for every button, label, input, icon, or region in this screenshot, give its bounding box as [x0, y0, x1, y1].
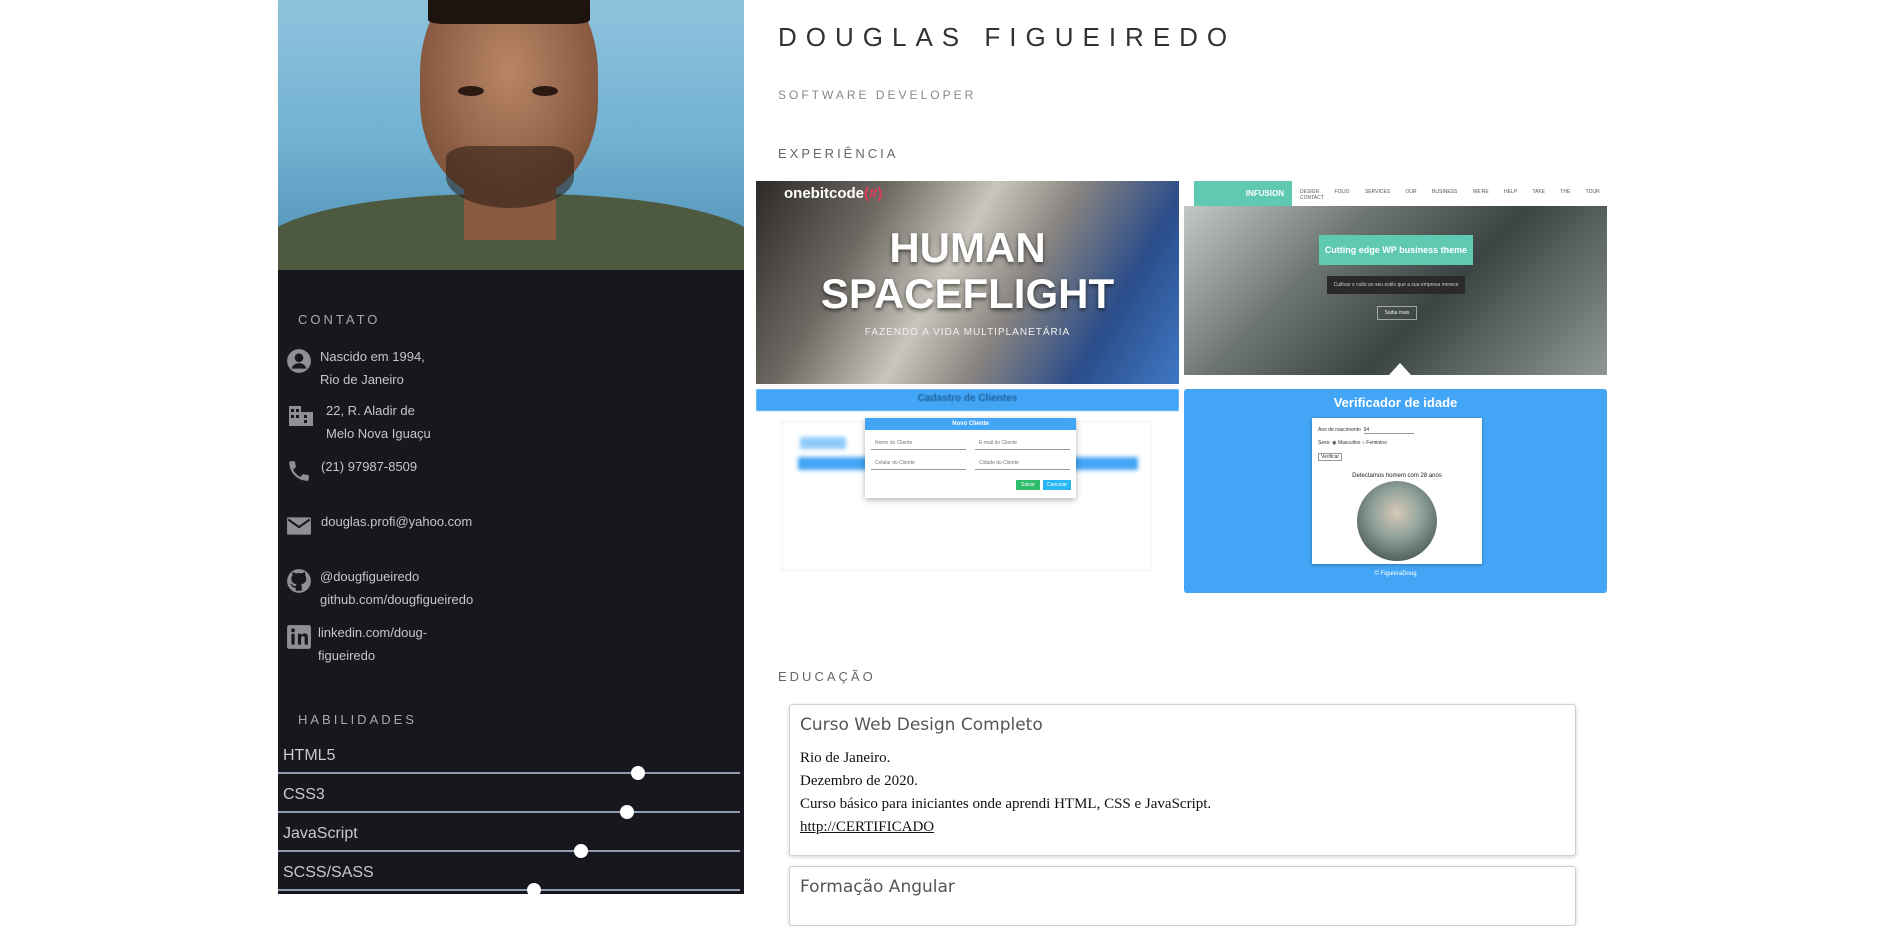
- preview-verify-button: Verificar: [1318, 453, 1343, 461]
- education-card-title: Curso Web Design Completo: [800, 715, 1043, 735]
- education-city: Rio de Janeiro.: [800, 750, 891, 766]
- skill-javascript: JavaScript: [278, 825, 744, 864]
- project-card-infusion[interactable]: INFUSION DESIGN FOLIO SERVICES OUR BUSIN…: [1184, 181, 1607, 375]
- education-card-title: Formação Angular: [800, 877, 955, 897]
- email-icon: [287, 517, 311, 535]
- education-title: EDUCAÇÃO: [778, 669, 876, 684]
- preview-blur-button: [800, 437, 846, 449]
- project-card-idade[interactable]: Verificador de idade Ano de nascimento 9…: [1184, 389, 1607, 593]
- preview-title: Verificador de idade: [1333, 395, 1458, 410]
- skill-slider-knob[interactable]: [527, 883, 542, 894]
- contact-birth-line2: Rio de Janeiro: [320, 372, 404, 387]
- skill-track: [278, 811, 740, 813]
- preview-footer: © FiguieraDoug: [1374, 571, 1417, 577]
- preview-sex-label: Sexo:: [1318, 440, 1331, 446]
- education-date: Dezembro de 2020.: [800, 773, 918, 789]
- phone-icon: [289, 461, 309, 481]
- modal-cancel-button: Cancelar: [1043, 480, 1071, 490]
- profile-photo: [278, 0, 744, 270]
- contact-address-line1: 22, R. Aladir de: [326, 403, 415, 418]
- linkedin-line2: figueiredo: [318, 648, 376, 663]
- modal-field-city: Cidade do Cliente: [975, 456, 1070, 470]
- modal-field-name: Nome do Cliente: [871, 436, 966, 450]
- preview-navbar: INFUSION DESIGN FOLIO SERVICES OUR BUSIN…: [1184, 181, 1607, 206]
- preview-hero-title: Cutting edge WP business theme: [1319, 235, 1473, 265]
- preview-panel: Ano de nascimento 94 Sexo: ◉ Masculino ○…: [1312, 418, 1482, 564]
- modal-title: Novo Cliente: [865, 418, 1076, 430]
- project-brand: onebitcode(#): [784, 185, 882, 202]
- preview-pointer: [1389, 363, 1411, 375]
- skill-html5: HTML5: [278, 747, 744, 786]
- experience-title: EXPERIÊNCIA: [778, 146, 899, 161]
- github-icon: [287, 569, 311, 593]
- github-url: github.com/dougfigueiredo: [320, 592, 474, 607]
- person-icon: [287, 349, 311, 373]
- project-card-spaceflight[interactable]: onebitcode(#) HUMAN SPACEFLIGHT FAZENDO …: [756, 181, 1179, 384]
- skills-title: HABILIDADES: [298, 712, 417, 727]
- modal-field-email: E-mail do Cliente: [975, 436, 1070, 450]
- preview-modal: Novo Cliente Nome do Cliente E-mail do C…: [865, 418, 1076, 498]
- skill-track: [278, 772, 740, 774]
- preview-female: Feminino: [1366, 440, 1387, 446]
- skill-css3: CSS3: [278, 786, 744, 825]
- brand-text: onebitcode: [784, 185, 865, 202]
- preview-field: Ano de nascimento 94: [1318, 427, 1414, 434]
- profile-role: SOFTWARE DEVELOPER: [778, 88, 977, 102]
- preview-field-value: 94: [1363, 427, 1414, 434]
- preview-menu: DESIGN FOLIO SERVICES OUR BUSINESS WE'RE…: [1300, 189, 1600, 201]
- preview-tagline: Cultivar o culto ao seu estilo que a sua…: [1327, 276, 1465, 294]
- project-headline-1: HUMAN: [889, 224, 1046, 271]
- contact-address-line2: Melo Nova Iguaçu: [326, 426, 431, 441]
- contact-title: CONTATO: [298, 312, 381, 327]
- email-link[interactable]: douglas.profi@yahoo.com: [321, 510, 472, 533]
- github-handle: @dougfigueiredo: [320, 569, 420, 584]
- preview-sex: Sexo: ◉ Masculino ○ Feminino: [1318, 440, 1387, 446]
- skill-scss: SCSS/SASS: [278, 864, 744, 894]
- skill-slider-knob[interactable]: [619, 805, 634, 819]
- preview-avatar: [1357, 481, 1437, 561]
- github-link[interactable]: @dougfigueiredo github.com/dougfigueiredo: [320, 565, 473, 611]
- education-card: Formação Angular: [789, 866, 1576, 926]
- preview-button: Saiba mais: [1377, 306, 1417, 320]
- skill-label: CSS3: [283, 786, 325, 803]
- preview-header: Cadastro de Clientes: [756, 389, 1179, 411]
- education-description: Curso básico para iniciantes onde aprend…: [800, 796, 1212, 812]
- linkedin-line1: linkedin.com/doug-: [318, 625, 428, 640]
- preview-field-label: Ano de nascimento: [1318, 427, 1361, 433]
- modal-field-phone: Celular do Cliente: [871, 456, 966, 470]
- project-headline-2: SPACEFLIGHT: [820, 270, 1115, 317]
- brand-mark: (#): [864, 185, 883, 202]
- skill-label: HTML5: [283, 747, 336, 764]
- contact-phone-text: (21) 97987-8509: [321, 459, 418, 474]
- building-icon: [289, 406, 313, 426]
- modal-save-button: Salvar: [1016, 480, 1040, 490]
- certificate-link[interactable]: http://CERTIFICADO: [800, 819, 934, 835]
- skill-slider-knob[interactable]: [631, 766, 646, 780]
- sidebar: CONTATO Nascido em 1994, Rio de Janeiro 2…: [278, 0, 744, 894]
- education-card: Curso Web Design Completo Rio de Janeiro…: [789, 704, 1576, 856]
- preview-result: Detectamos homem com 28 anos: [1352, 473, 1442, 479]
- contact-birth-line1: Nascido em 1994,: [320, 349, 425, 364]
- project-card-clientes[interactable]: Cadastro de Clientes Novo Cliente Nome d…: [756, 389, 1179, 595]
- profile-name: DOUGLAS FIGUEIREDO: [778, 22, 1237, 52]
- linkedin-icon: [287, 625, 311, 649]
- skill-label: JavaScript: [283, 825, 358, 842]
- skill-track: [278, 889, 740, 891]
- preview-male: Masculino: [1337, 440, 1361, 446]
- skill-label: SCSS/SASS: [283, 864, 374, 881]
- skill-track: [278, 850, 740, 852]
- project-subtitle: FAZENDO A VIDA MULTIPLANETÁRIA: [864, 327, 1071, 338]
- skill-slider-knob[interactable]: [573, 844, 588, 858]
- linkedin-link[interactable]: linkedin.com/doug-figueiredo: [318, 621, 427, 667]
- preview-logo: INFUSION: [1194, 181, 1292, 206]
